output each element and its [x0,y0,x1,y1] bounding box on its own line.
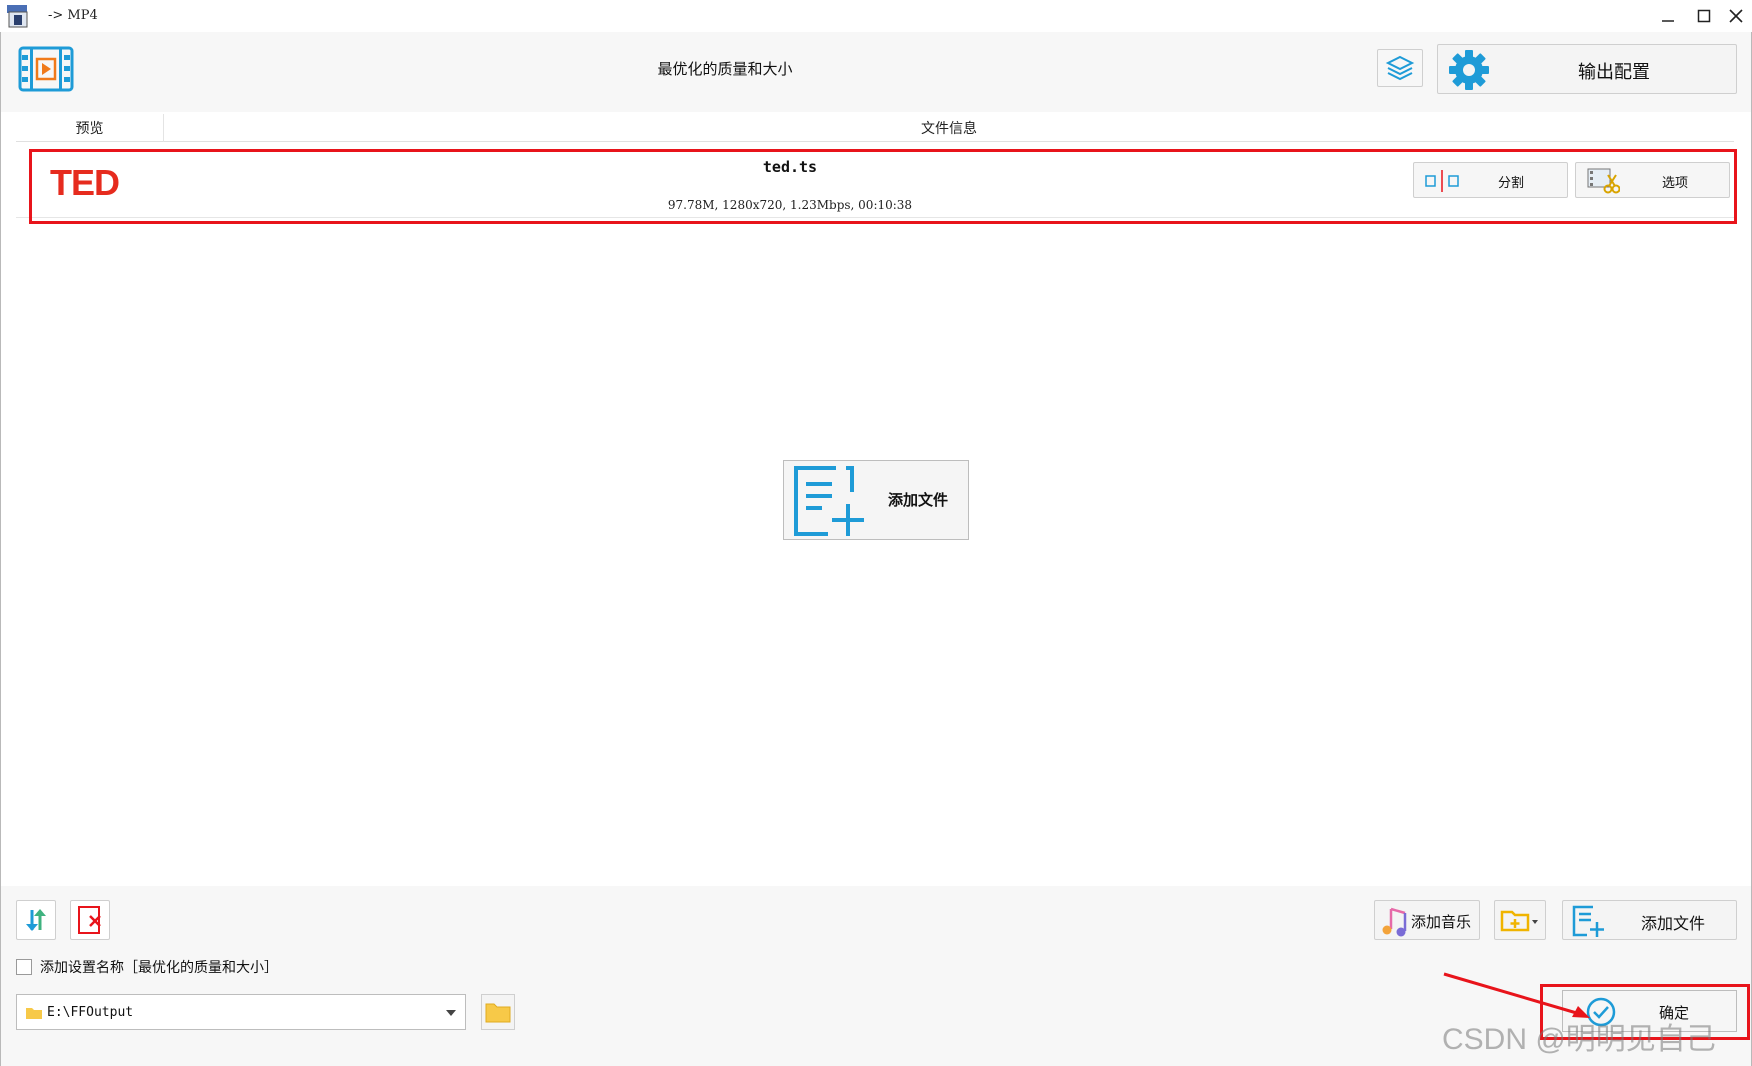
music-note-icon [1382,907,1407,937]
maximize-button[interactable] [1690,0,1718,32]
sort-button[interactable] [16,900,56,940]
layers-icon [1385,55,1415,81]
minimize-button[interactable] [1654,0,1682,32]
watermark: CSDN @明明见自己 [1442,1023,1716,1056]
output-path-select[interactable]: E:\FFOutput [16,994,466,1030]
add-setting-name-label[interactable]: 添加设置名称［最优化的质量和大小］ [40,957,278,977]
add-file-button[interactable]: 添加文件 [1562,900,1737,940]
profile-title: 最优化的质量和大小 [657,60,793,78]
add-setting-name-checkbox[interactable] [16,959,32,975]
add-music-label: 添加音乐 [1411,913,1472,931]
add-file-center-label: 添加文件 [888,491,949,509]
add-folder-button[interactable] [1494,900,1546,940]
sort-arrows-icon [26,909,46,931]
chevron-down-icon [446,1010,456,1016]
folder-icon [26,1008,42,1019]
browse-folder-button[interactable] [481,994,515,1030]
remove-button[interactable] [70,900,110,940]
app-icon [6,4,30,28]
gear-icon [1449,50,1489,90]
output-config-button[interactable]: 输出配置 [1437,44,1737,94]
window-title: -> MP4 [48,8,98,23]
output-path-value: E:\FFOutput [47,1005,134,1020]
column-header-file-info[interactable]: 文件信息 [164,114,1734,142]
add-file-label: 添加文件 [1641,914,1706,933]
add-file-center-button[interactable]: 添加文件 [783,460,969,540]
output-config-label: 输出配置 [1578,62,1650,83]
folder-add-icon [1500,910,1538,932]
column-header-preview[interactable]: 预览 [16,114,163,142]
title-bar [0,0,1752,32]
add-music-button[interactable]: 添加音乐 [1374,900,1480,940]
add-file-icon [1572,905,1604,937]
folder-icon [485,1003,511,1023]
layers-button[interactable] [1377,49,1423,87]
delete-file-icon [78,906,101,934]
file-row-highlight [29,149,1737,224]
add-file-icon [794,466,864,536]
close-button[interactable] [1722,0,1750,32]
